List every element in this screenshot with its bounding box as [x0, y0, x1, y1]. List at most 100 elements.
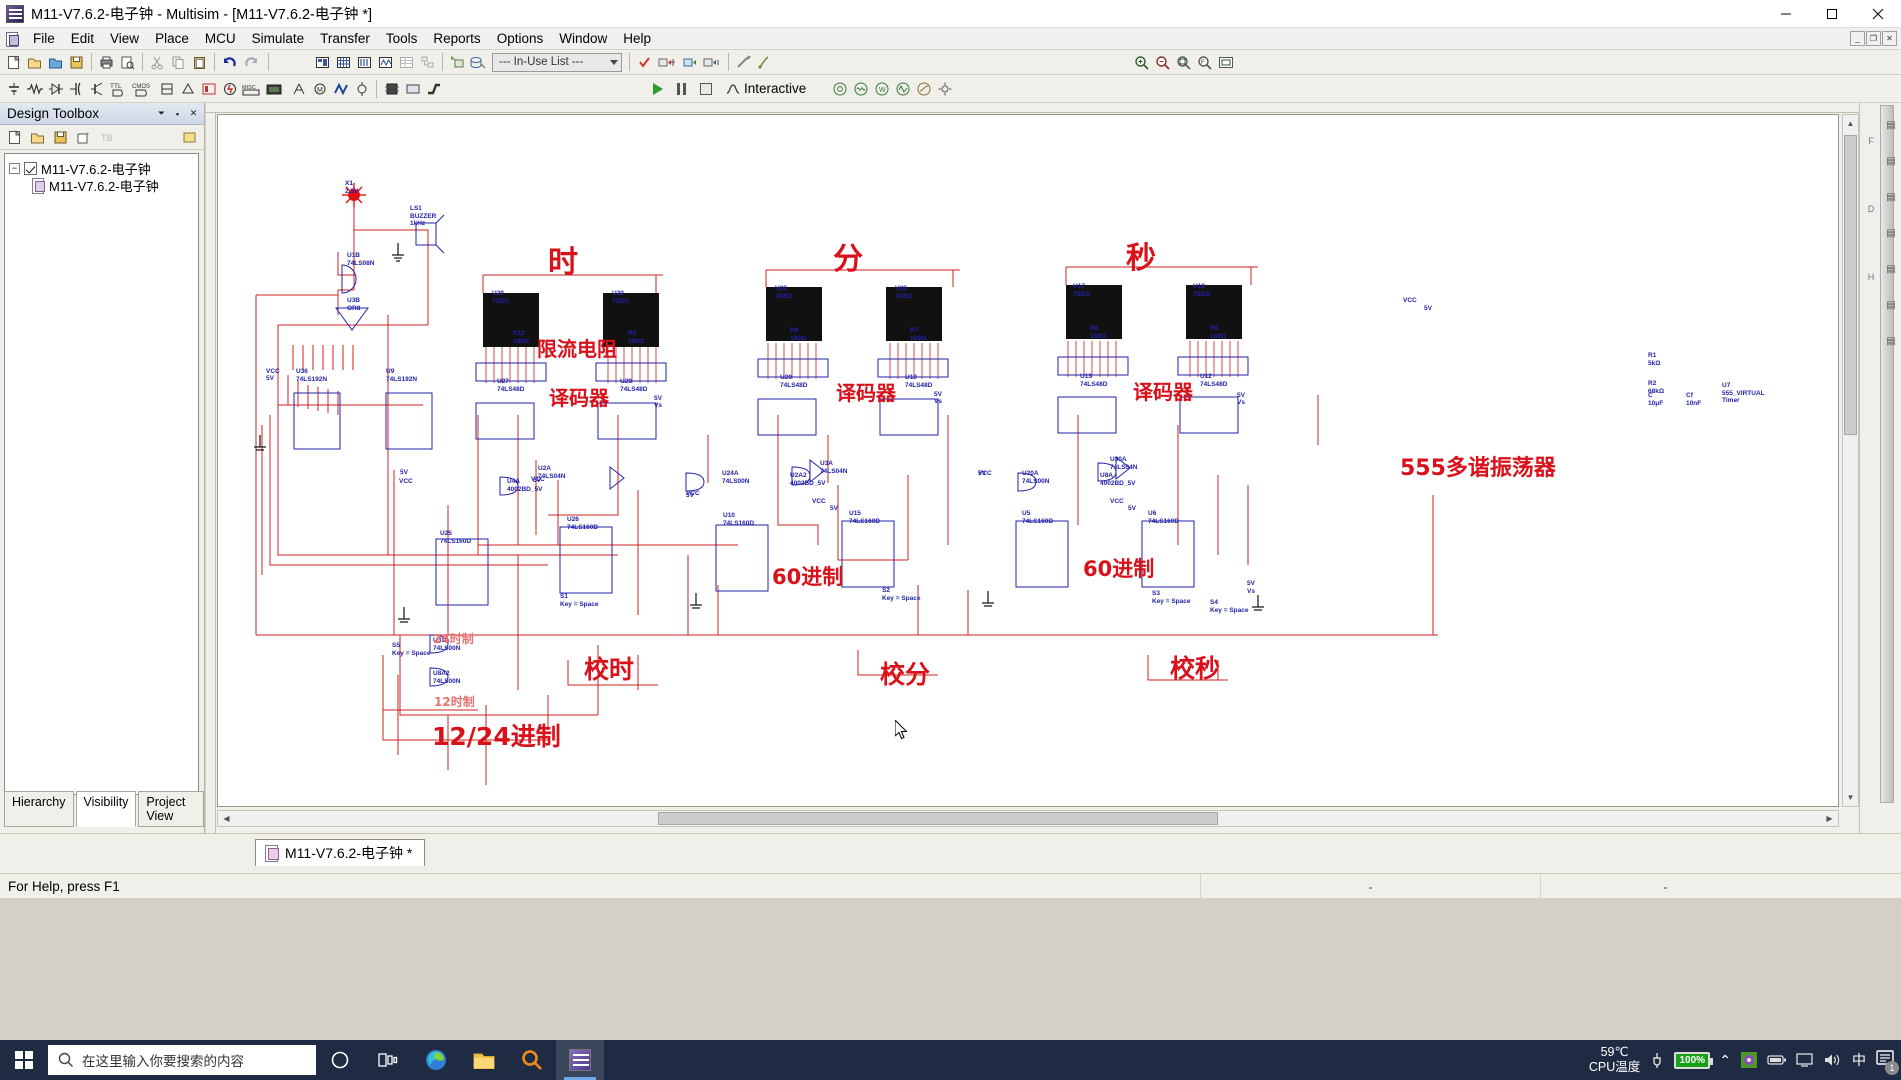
redo-icon[interactable] [240, 52, 261, 72]
measure-icon[interactable] [754, 52, 775, 72]
spreadsheet-view-icon[interactable] [396, 52, 417, 72]
power-component-icon[interactable] [219, 79, 240, 99]
print-icon[interactable] [96, 52, 117, 72]
menu-file[interactable]: File [25, 29, 63, 48]
nvidia-icon[interactable] [1740, 1051, 1758, 1069]
instrument-bode-icon[interactable] [913, 79, 934, 99]
panel-minimize-icon[interactable]: ⏷ [155, 107, 168, 120]
document-tab[interactable]: M11-V7.6.2-电子钟 * [255, 839, 426, 866]
in-use-list-dropdown[interactable]: --- In-Use List --- [492, 52, 622, 72]
schematic-sheet[interactable]: X1 2.5V LS1 BUZZER 1kHz U1B 74LS08N U3B OR8… [217, 114, 1839, 807]
battery-icon[interactable]: 100% [1674, 1051, 1714, 1069]
new-file-icon[interactable] [3, 52, 24, 72]
horizontal-scrollbar[interactable]: ◀ ▶ [217, 810, 1839, 827]
mdi-minimize-button[interactable]: _ [1850, 31, 1865, 46]
instrument-function-gen-icon[interactable] [850, 79, 871, 99]
zoom-in-icon[interactable] [1131, 52, 1152, 72]
save-icon[interactable] [66, 52, 87, 72]
new-sheet-icon[interactable] [73, 127, 94, 147]
zoom-full-icon[interactable] [1215, 52, 1236, 72]
zoom-area-icon[interactable] [1173, 52, 1194, 72]
minimize-button[interactable] [1763, 0, 1809, 28]
probe-icon[interactable] [733, 52, 754, 72]
ttl-component-icon[interactable]: TTL [108, 79, 132, 99]
instrument-multimeter-icon[interactable] [829, 79, 850, 99]
annotate-icon[interactable] [700, 52, 724, 72]
maximize-button[interactable] [1809, 0, 1855, 28]
tab-hierarchy[interactable]: Hierarchy [4, 791, 74, 827]
panel-pin-icon[interactable]: ▪ [171, 107, 184, 120]
strip-icon-3[interactable]: ▤ [1882, 179, 1900, 215]
menu-edit[interactable]: Edit [63, 29, 102, 48]
print-preview-icon[interactable] [117, 52, 138, 72]
strip-icon-5[interactable]: ▤ [1882, 251, 1900, 287]
visibility-toggle-icon[interactable] [179, 127, 200, 147]
cmos-component-icon[interactable]: CMOS [132, 79, 156, 99]
copy-icon[interactable] [168, 52, 189, 72]
mdi-restore-button[interactable]: ❐ [1866, 31, 1881, 46]
scroll-up-arrow[interactable]: ▲ [1843, 115, 1858, 132]
ratsnest-icon[interactable] [354, 52, 375, 72]
vertical-scrollbar[interactable]: ▲ ▼ [1842, 114, 1859, 807]
volume-icon[interactable] [1823, 1052, 1843, 1068]
new-part-icon[interactable] [447, 52, 468, 72]
taskbar-search-box[interactable]: 在这里输入你要搜索的内容 [48, 1045, 316, 1075]
chevron-up-icon[interactable]: ⌃ [1719, 1052, 1731, 1069]
instrument-settings-icon[interactable] [934, 79, 955, 99]
resistor-component-icon[interactable] [24, 79, 45, 99]
grid-icon[interactable] [333, 52, 354, 72]
menu-simulate[interactable]: Simulate [244, 29, 313, 48]
strip-icon-7[interactable]: ▤ [1882, 323, 1900, 359]
vertical-scroll-thumb[interactable] [1844, 135, 1857, 435]
edge-icon[interactable] [412, 1040, 460, 1080]
ni-component-icon[interactable] [330, 79, 351, 99]
power-plug-icon[interactable] [1649, 1051, 1665, 1069]
task-view-icon[interactable] [364, 1040, 412, 1080]
menu-options[interactable]: Options [489, 29, 552, 48]
cut-icon[interactable] [147, 52, 168, 72]
hierarchical-block-icon[interactable] [402, 79, 423, 99]
diode-component-icon[interactable] [45, 79, 66, 99]
start-button[interactable] [0, 1040, 48, 1080]
run-simulation-button[interactable] [647, 79, 668, 99]
open-design-icon[interactable] [45, 52, 66, 72]
multisim-taskbar-icon[interactable] [556, 1040, 604, 1080]
menu-reports[interactable]: Reports [425, 29, 488, 48]
search-app-icon[interactable] [508, 1040, 556, 1080]
open-design-toolbox-icon[interactable] [27, 127, 48, 147]
scroll-right-arrow[interactable]: ▶ [1821, 811, 1838, 826]
graph-analysis-icon[interactable] [375, 52, 396, 72]
cortana-icon[interactable] [316, 1040, 364, 1080]
tree-node-sheet[interactable]: M11-V7.6.2-电子钟 [9, 177, 194, 194]
advanced-periph-icon[interactable] [264, 79, 288, 99]
menu-help[interactable]: Help [615, 29, 659, 48]
checkbox-icon[interactable] [24, 162, 37, 175]
misc-component-icon[interactable]: MISC [240, 79, 264, 99]
instrument-wattmeter-icon[interactable]: W [871, 79, 892, 99]
instrument-oscilloscope-icon[interactable] [892, 79, 913, 99]
horizontal-scroll-thumb[interactable] [658, 812, 1218, 825]
ime-indicator[interactable]: 中 [1852, 1050, 1866, 1070]
file-explorer-icon[interactable] [460, 1040, 508, 1080]
forward-annotate-icon[interactable] [679, 52, 700, 72]
mdi-close-button[interactable]: ✕ [1882, 31, 1897, 46]
menu-view[interactable]: View [102, 29, 147, 48]
misc-digital-icon[interactable] [156, 79, 177, 99]
capacitor-component-icon[interactable] [66, 79, 87, 99]
paste-icon[interactable] [189, 52, 210, 72]
undo-icon[interactable] [219, 52, 240, 72]
design-tree[interactable]: − M11-V7.6.2-电子钟 M11-V7.6.2-电子钟 [4, 153, 199, 795]
scroll-down-arrow[interactable]: ▼ [1843, 789, 1858, 806]
connector-component-icon[interactable] [351, 79, 372, 99]
hierarchy-view-icon[interactable] [417, 52, 438, 72]
battery-tray-icon[interactable] [1767, 1052, 1787, 1068]
save-design-icon[interactable] [50, 127, 71, 147]
indicator-component-icon[interactable] [198, 79, 219, 99]
new-design-icon[interactable] [4, 127, 25, 147]
menu-mcu[interactable]: MCU [197, 29, 244, 48]
strip-icon-2[interactable]: ▤ [1882, 143, 1900, 179]
expand-collapse-icon[interactable]: − [9, 163, 20, 174]
open-file-icon[interactable] [24, 52, 45, 72]
bus-icon[interactable] [423, 79, 444, 99]
electromech-component-icon[interactable]: M [309, 79, 330, 99]
